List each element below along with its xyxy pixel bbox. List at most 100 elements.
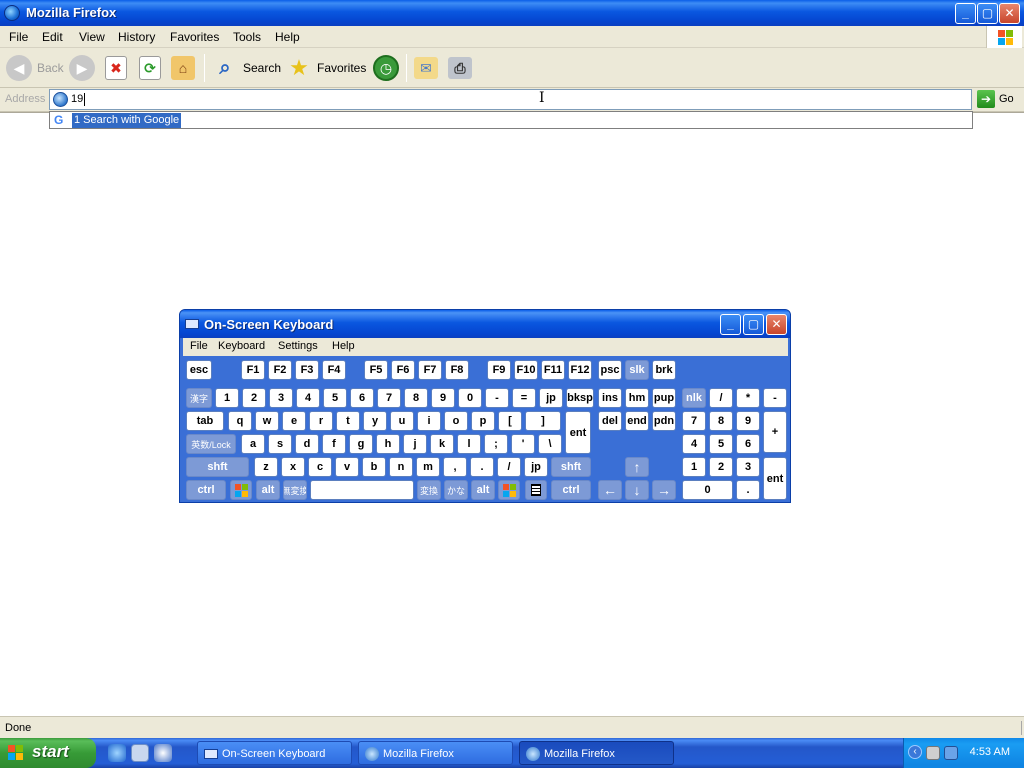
key-6[interactable]: 6 (350, 388, 374, 408)
key-right-bracket[interactable]: ] (525, 411, 561, 431)
key-3[interactable]: 3 (269, 388, 293, 408)
key-right-alt[interactable]: alt (471, 480, 495, 500)
key-kanji[interactable]: 漢字 (186, 388, 212, 408)
key-f2[interactable]: F2 (268, 360, 292, 380)
key-home[interactable]: hm (625, 388, 649, 408)
search-button[interactable]: ⌕ Search (212, 53, 281, 83)
key-num-enter[interactable]: ent (763, 457, 787, 500)
osk-menu-keyboard[interactable]: Keyboard (218, 340, 265, 352)
menu-help[interactable]: Help (275, 30, 300, 44)
key-num-multiply[interactable]: * (736, 388, 760, 408)
key-num-plus[interactable]: + (763, 411, 787, 453)
key-9[interactable]: 9 (431, 388, 455, 408)
key-j[interactable]: j (403, 434, 427, 454)
osk-title-bar[interactable]: On-Screen Keyboard _ ▢ ✕ (180, 310, 790, 338)
key-d[interactable]: d (295, 434, 319, 454)
key-num-3[interactable]: 3 (736, 457, 760, 477)
key-enter[interactable]: ent (565, 411, 591, 454)
key-e[interactable]: e (282, 411, 306, 431)
key-left-bracket[interactable]: [ (498, 411, 522, 431)
key-quote[interactable]: ' (511, 434, 535, 454)
key-backslash[interactable]: \ (538, 434, 562, 454)
key-y[interactable]: y (363, 411, 387, 431)
key-num-1[interactable]: 1 (682, 457, 706, 477)
media-player-icon[interactable] (154, 744, 172, 762)
key-tab[interactable]: tab (186, 411, 224, 431)
osk-menu-file[interactable]: File (190, 340, 208, 352)
key-num-decimal[interactable]: . (736, 480, 760, 500)
key-f12[interactable]: F12 (568, 360, 592, 380)
history-button[interactable]: ◷ (373, 53, 404, 83)
taskbar-item-on-screen-keyboard[interactable]: On-Screen Keyboard (197, 741, 352, 765)
key-insert[interactable]: ins (598, 388, 622, 408)
key-k[interactable]: k (430, 434, 454, 454)
key-end[interactable]: end (625, 411, 649, 431)
key-num-6[interactable]: 6 (736, 434, 760, 454)
key-f[interactable]: f (322, 434, 346, 454)
key-num-2[interactable]: 2 (709, 457, 733, 477)
key-backspace[interactable]: bksp (566, 388, 594, 408)
key-h[interactable]: h (376, 434, 400, 454)
start-button[interactable]: start (0, 738, 96, 768)
key-delete[interactable]: del (598, 411, 622, 431)
key-muhenkan[interactable]: 無変換 (283, 480, 307, 500)
key-w[interactable]: w (255, 411, 279, 431)
key-jp-ro[interactable]: jp (524, 457, 548, 477)
key-f6[interactable]: F6 (391, 360, 415, 380)
osk-maximize-button[interactable]: ▢ (743, 314, 764, 335)
key-numlock[interactable]: nlk (682, 388, 706, 408)
key-f5[interactable]: F5 (364, 360, 388, 380)
stop-button[interactable]: ✖ (105, 53, 132, 83)
key-b[interactable]: b (362, 457, 386, 477)
key-c[interactable]: c (308, 457, 332, 477)
home-button[interactable]: ⌂ (171, 53, 200, 83)
key-2[interactable]: 2 (242, 388, 266, 408)
key-left-arrow[interactable]: ← (598, 480, 622, 500)
key-4[interactable]: 4 (296, 388, 320, 408)
key-brk[interactable]: brk (652, 360, 676, 380)
key-comma[interactable]: , (443, 457, 467, 477)
key-t[interactable]: t (336, 411, 360, 431)
favorites-button[interactable]: ★ Favorites (286, 53, 366, 83)
key-menu[interactable] (525, 480, 547, 500)
resize-grip[interactable] (1010, 721, 1022, 735)
key-minus[interactable]: - (485, 388, 509, 408)
key-right-shift[interactable]: shft (551, 457, 591, 477)
key-left-alt[interactable]: alt (256, 480, 280, 500)
key-f4[interactable]: F4 (322, 360, 346, 380)
key-space[interactable] (310, 480, 414, 500)
print-button[interactable]: ⎙ (448, 53, 477, 83)
key-i[interactable]: i (417, 411, 441, 431)
key-u[interactable]: u (390, 411, 414, 431)
key-period[interactable]: . (470, 457, 494, 477)
key-0[interactable]: 0 (458, 388, 482, 408)
show-desktop-icon[interactable] (131, 744, 149, 762)
address-input[interactable]: 19 I (49, 89, 972, 110)
key-f10[interactable]: F10 (514, 360, 538, 380)
key-esc[interactable]: esc (186, 360, 212, 380)
key-down-arrow[interactable]: ↓ (625, 480, 649, 500)
menu-file[interactable]: File (9, 30, 28, 44)
key-right-windows[interactable] (498, 480, 520, 500)
key-num-7[interactable]: 7 (682, 411, 706, 431)
key-a[interactable]: a (241, 434, 265, 454)
menu-edit[interactable]: Edit (42, 30, 63, 44)
key-num-divide[interactable]: / (709, 388, 733, 408)
speaker-icon[interactable] (926, 746, 940, 760)
key-num-8[interactable]: 8 (709, 411, 733, 431)
key-slk[interactable]: slk (625, 360, 649, 380)
key-f8[interactable]: F8 (445, 360, 469, 380)
key-f11[interactable]: F11 (541, 360, 565, 380)
key-left-ctrl[interactable]: ctrl (186, 480, 226, 500)
key-num-minus[interactable]: - (763, 388, 787, 408)
maximize-button[interactable]: ▢ (977, 3, 998, 24)
key-n[interactable]: n (389, 457, 413, 477)
title-bar[interactable]: Mozilla Firefox _ ▢ ✕ (0, 0, 1024, 26)
key-p[interactable]: p (471, 411, 495, 431)
key-v[interactable]: v (335, 457, 359, 477)
network-icon[interactable] (944, 746, 958, 760)
key-m[interactable]: m (416, 457, 440, 477)
key-caps-lock[interactable]: 英数/Lock (186, 434, 236, 454)
go-button[interactable]: ➔ Go (977, 90, 1014, 108)
osk-menu-settings[interactable]: Settings (278, 340, 318, 352)
